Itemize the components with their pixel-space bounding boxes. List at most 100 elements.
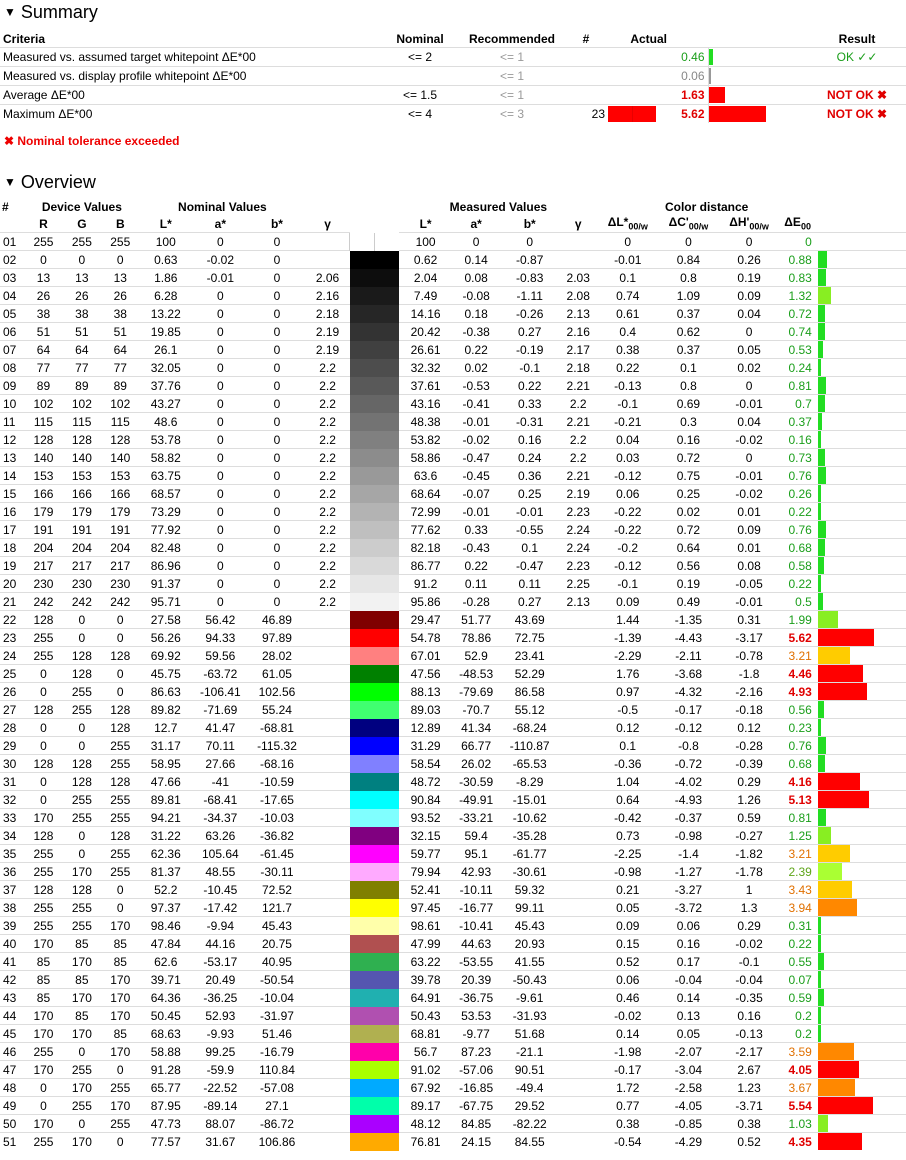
measured-swatch: [374, 934, 400, 953]
measured-swatch: [374, 736, 400, 755]
overview-table: # Device Values Nominal Values Measured …: [0, 198, 906, 1151]
delta-e-bar-cell: [815, 232, 906, 251]
nominal-l-cell: 77.57: [139, 1132, 193, 1151]
device-g-cell: 170: [62, 1132, 102, 1151]
delta-e-header: ΔE00: [784, 215, 811, 232]
device-g-cell: 0: [62, 628, 102, 647]
nominal-l-cell: 31.22: [139, 826, 193, 845]
measured-a-cell: -0.43: [451, 538, 501, 557]
nominal-swatch: [349, 988, 375, 1007]
overview-header[interactable]: ▼ Overview: [0, 170, 906, 194]
delta-e-cell: 5.13: [779, 790, 816, 809]
delta-e-bar: [817, 485, 821, 502]
delta-e-cell: 0.16: [779, 430, 816, 449]
row-num-cell: 50: [0, 1114, 25, 1133]
nominal-b-cell: 72.52: [248, 880, 306, 899]
count-cell: 23: [564, 104, 608, 123]
delta-e-bar: [817, 665, 863, 682]
row-num-cell: 49: [0, 1096, 25, 1115]
measured-l-cell: 14.16: [399, 304, 452, 323]
delta-l-cell: 0.04: [597, 430, 659, 449]
measured-swatch: [374, 376, 400, 395]
overview-row: 23 255 0 0 56.26 94.33 97.89 54.78 78.86 72.75 -1.…: [0, 628, 906, 647]
device-b-cell: 230: [101, 574, 140, 593]
device-b-cell: 166: [101, 484, 140, 503]
count-bar-cell: [608, 104, 670, 123]
delta-c-cell: -4.29: [658, 1132, 719, 1151]
measured-swatch: [374, 844, 400, 863]
overview-row: 34 128 0 128 31.22 63.26 -36.82 32.15 59.4 -35.28…: [0, 826, 906, 845]
nominal-a-cell: -53.17: [192, 952, 249, 971]
device-g-cell: 255: [62, 898, 102, 917]
measured-l-cell: 0.62: [399, 250, 452, 269]
delta-e-bar: [817, 845, 850, 862]
measured-gamma-cell: [559, 700, 598, 719]
overview-row: 14 153 153 153 63.75 0 0 2.2 63.6 -0.45 0.36 2.21 -0…: [0, 466, 906, 485]
device-g-cell: 242: [62, 592, 102, 611]
delta-l-cell: 1.76: [597, 664, 659, 683]
overview-row: 41 85 170 85 62.6 -53.17 40.95 63.22 -53.55 41.55…: [0, 952, 906, 971]
nominal-b-cell: 0: [248, 412, 306, 431]
overview-row: 19 217 217 217 86.96 0 0 2.2 86.77 0.22 -0.47 2.23-…: [0, 556, 906, 575]
nominal-l-header: L*: [159, 216, 172, 231]
nominal-swatch: [349, 1006, 375, 1025]
nominal-swatch: [349, 1114, 375, 1133]
overview-row: 32 0 255 255 89.81 -68.41 -17.65 90.84 -49.91 -15…: [0, 790, 906, 809]
actual-cell: 5.62: [670, 104, 708, 123]
delta-e-bar: [817, 575, 821, 592]
device-b-cell: 0: [101, 1060, 140, 1079]
delta-e-bar-cell: [815, 268, 906, 287]
device-r-cell: 85: [24, 970, 63, 989]
delta-l-cell: 0.22: [597, 358, 659, 377]
measured-swatch: [374, 1060, 400, 1079]
measured-b-cell: 86.58: [500, 682, 560, 701]
measured-gamma-cell: [559, 790, 598, 809]
measured-a-cell: 0.02: [451, 358, 501, 377]
device-b-cell: 128: [101, 826, 140, 845]
delta-l-cell: 0.21: [597, 880, 659, 899]
measured-swatch: [374, 718, 400, 737]
device-r-cell: 0: [24, 1078, 63, 1097]
delta-h-cell: -1.82: [718, 844, 780, 863]
nominal-gamma-cell: [305, 754, 350, 773]
device-r-cell: 255: [24, 1042, 63, 1061]
delta-e-bar-cell: [815, 934, 906, 953]
nominal-a-cell: -68.41: [192, 790, 249, 809]
device-g-cell: 255: [62, 790, 102, 809]
row-num-cell: 16: [0, 502, 25, 521]
measured-l-cell: 86.77: [399, 556, 452, 575]
row-num-cell: 30: [0, 754, 25, 773]
overview-row: 09 89 89 89 37.76 0 0 2.2 37.61 -0.53 0.22 2.21 -0.1…: [0, 376, 906, 395]
triangle-down-icon[interactable]: ▼: [4, 175, 16, 189]
delta-e-cell: 0.56: [779, 700, 816, 719]
delta-l-cell: -0.22: [597, 502, 659, 521]
measured-a-cell: 26.02: [451, 754, 501, 773]
device-r-cell: 170: [24, 1024, 63, 1043]
measured-swatch-cell: [374, 808, 400, 827]
delta-e-bar-cell: [815, 826, 906, 845]
nominal-swatch-cell: [349, 484, 375, 503]
recommended-cell: <= 1: [460, 85, 564, 105]
delta-l-cell: -2.29: [597, 646, 659, 665]
measured-l-cell: 52.41: [399, 880, 452, 899]
nominal-a-cell: 0: [192, 556, 249, 575]
device-r-cell: 170: [24, 1060, 63, 1079]
nominal-a-cell: -0.02: [192, 250, 249, 269]
delta-e-bar: [817, 1097, 873, 1114]
delta-h-cell: 0.26: [718, 250, 780, 269]
nominal-a-cell: -59.9: [192, 1060, 249, 1079]
nominal-swatch: [349, 664, 375, 683]
measured-gamma-cell: [559, 628, 598, 647]
nominal-l-cell: 87.95: [139, 1096, 193, 1115]
nominal-swatch: [349, 520, 375, 539]
summary-header[interactable]: ▼ Summary: [0, 0, 906, 24]
measured-gamma-cell: [559, 844, 598, 863]
nominal-swatch: [349, 304, 375, 323]
delta-e-cell: 0.76: [779, 466, 816, 485]
measured-b-cell: -61.77: [500, 844, 560, 863]
delta-c-cell: 0.8: [658, 376, 719, 395]
device-b-cell: 128: [101, 700, 140, 719]
nominal-l-cell: 89.82: [139, 700, 193, 719]
nominal-swatch: [349, 412, 375, 431]
triangle-down-icon[interactable]: ▼: [4, 5, 16, 19]
